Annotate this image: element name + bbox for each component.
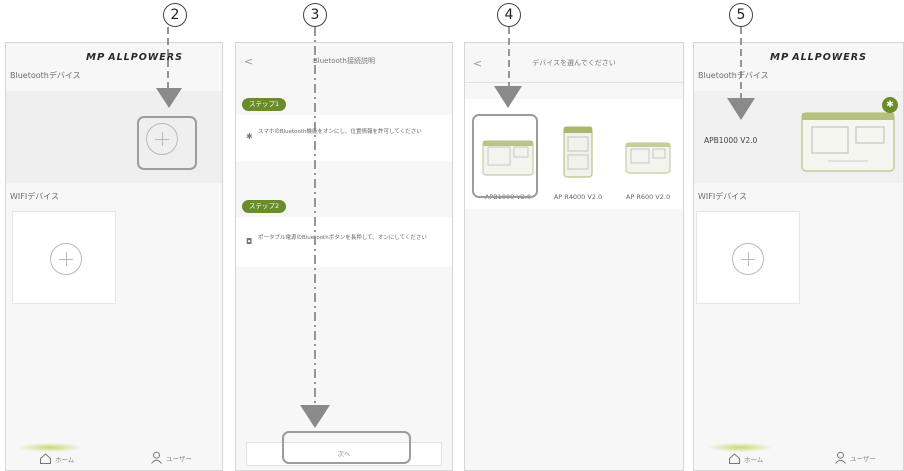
user-icon <box>151 451 162 464</box>
home-tab-glow <box>708 443 772 452</box>
step2-badge: ステップ2 <box>242 200 287 213</box>
highlight-add-bluetooth <box>137 116 197 170</box>
device-name: AP R600 V2.0 <box>625 193 671 201</box>
power-station-image <box>563 126 593 178</box>
highlight-next-button <box>282 431 411 464</box>
step1-badge: ステップ1 <box>242 98 287 111</box>
tab-home[interactable]: ホーム <box>39 453 74 464</box>
step-number-3: 3 <box>303 3 327 27</box>
step2-text: ポータブル電源のBluetoothボタンを長押して、オンにしてください <box>258 235 427 241</box>
bluetooth-section-label: Bluetoothデバイス <box>10 71 81 80</box>
brand-logo: MP ALLPOWERS <box>86 52 183 63</box>
select-header: < デバイスを選んでください <box>465 43 683 83</box>
step1-text: スマホのBluetooth機能をオンにし、位置情報を許可してください <box>258 129 422 135</box>
device-option-ap-r4000[interactable]: AP R4000 V2.0 <box>545 123 611 201</box>
bottom-navigation: ホーム ユーザー <box>694 436 903 470</box>
bottom-navigation: ホーム ユーザー <box>6 436 222 470</box>
add-wifi-device-icon[interactable] <box>732 243 764 275</box>
instructions-header: < Bluetooth接続説明 <box>236 43 452 77</box>
bluetooth-section-label: Bluetoothデバイス <box>698 71 769 80</box>
bluetooth-device-card[interactable]: APB1000 V2.0 ✱ <box>694 91 903 183</box>
home-tab-glow <box>18 443 82 452</box>
step-number-4: 4 <box>497 3 521 27</box>
device-option-ap-r600[interactable]: AP R600 V2.0 <box>615 135 681 201</box>
tab-home[interactable]: ホーム <box>728 453 763 464</box>
home-screen-empty: MP ALLPOWERS Bluetoothデバイス WIFIデバイス ホーム ユ… <box>5 42 223 471</box>
power-button-icon: ◘ <box>246 237 253 246</box>
highlight-apb1000 <box>472 114 538 198</box>
wifi-device-card <box>696 211 800 304</box>
tab-user[interactable]: ユーザー <box>834 451 876 464</box>
bluetooth-icon: ✱ <box>246 132 253 141</box>
bluetooth-instructions-screen: < Bluetooth接続説明 ステップ1 ✱ スマホのBluetooth機能を… <box>235 42 453 471</box>
add-wifi-device-icon[interactable] <box>50 243 82 275</box>
connected-device-name: APB1000 V2.0 <box>704 136 758 145</box>
tab-user[interactable]: ユーザー <box>150 451 192 464</box>
bluetooth-connected-icon: ✱ <box>882 97 898 113</box>
step2-card: ◘ ポータブル電源のBluetoothボタンを長押して、オンにしてください <box>236 217 452 267</box>
user-icon <box>835 451 846 464</box>
wifi-section-label: WIFIデバイス <box>698 192 747 201</box>
home-screen-connected: MP ALLPOWERS Bluetoothデバイス APB1000 V2.0 ✱… <box>693 42 904 471</box>
brand-logo: MP ALLPOWERS <box>770 52 867 63</box>
instructions-title: Bluetooth接続説明 <box>313 57 375 65</box>
home-icon <box>729 453 740 464</box>
connected-device-image <box>801 112 895 172</box>
home-icon <box>40 453 51 464</box>
step-number-2: 2 <box>163 3 187 27</box>
step-number-5: 5 <box>729 3 753 27</box>
wifi-section-label: WIFIデバイス <box>10 192 59 201</box>
step1-card: ✱ スマホのBluetooth機能をオンにし、位置情報を許可してください <box>236 115 452 161</box>
wifi-device-card <box>12 211 116 304</box>
power-station-image <box>625 142 671 174</box>
select-title: デバイスを選んでください <box>532 59 616 67</box>
device-name: AP R4000 V2.0 <box>553 193 603 201</box>
device-selection-screen: < デバイスを選んでください APB1000 V2.0 AP R4000 V2.… <box>464 42 684 471</box>
